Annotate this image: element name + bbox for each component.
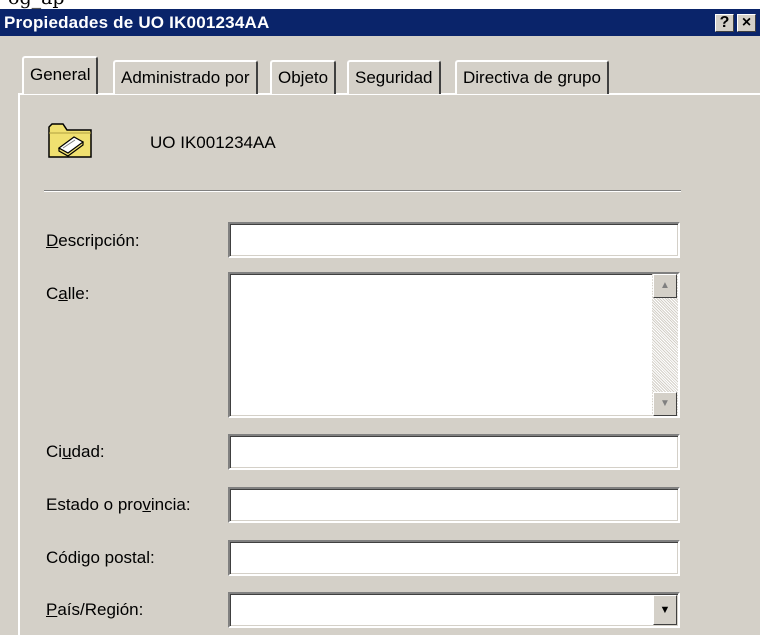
calle-label: Calle: <box>46 284 90 303</box>
ou-name: UO IK001234AA <box>150 133 276 152</box>
window-title: Propiedades de UO IK001234AA <box>4 13 270 32</box>
tab-directiva-de-grupo[interactable]: Directiva de grupo <box>455 60 609 94</box>
caption-fragment: og_ap <box>8 0 65 9</box>
pais-label: País/Región: <box>46 600 144 619</box>
estado-label: Estado o provincia: <box>46 495 191 514</box>
help-button[interactable]: ? <box>715 14 734 32</box>
estado-input[interactable] <box>228 487 680 523</box>
close-button[interactable]: × <box>737 14 756 32</box>
codigo-postal-label: Código postal: <box>46 548 155 567</box>
tab-label: Objeto <box>278 68 329 87</box>
tab-label: General <box>30 65 91 84</box>
tab-label: Administrado por <box>121 68 250 87</box>
folder-book-icon <box>48 123 92 158</box>
ciudad-input[interactable] <box>228 434 680 470</box>
calle-scrollbar[interactable]: ▲ ▼ <box>652 274 678 416</box>
tab-seguridad[interactable]: Seguridad <box>347 60 441 94</box>
tab-label: Directiva de grupo <box>463 68 601 87</box>
scroll-up-button[interactable]: ▲ <box>653 274 677 298</box>
descripcion-label: Descripción: <box>46 231 140 250</box>
descripcion-input[interactable] <box>228 222 680 258</box>
tab-objeto[interactable]: Objeto <box>270 60 337 94</box>
chevron-down-icon: ▼ <box>659 604 671 616</box>
tab-administrado-por[interactable]: Administrado por <box>113 60 258 94</box>
dialog-body: General Administrado por Objeto Segurida… <box>0 36 760 635</box>
scroll-down-button[interactable]: ▼ <box>653 392 677 416</box>
help-icon: ? <box>719 14 730 31</box>
pais-select[interactable]: ▼ <box>228 592 680 628</box>
calle-textarea[interactable]: ▲ ▼ <box>228 272 680 418</box>
ciudad-label: Ciudad: <box>46 442 105 461</box>
separator <box>44 190 681 192</box>
tab-general[interactable]: General <box>22 56 99 94</box>
scroll-down-icon: ▼ <box>660 398 670 409</box>
tab-strip: General Administrado por Objeto Segurida… <box>0 36 760 96</box>
scroll-up-icon: ▲ <box>660 280 670 291</box>
title-bar[interactable]: Propiedades de UO IK001234AA ? × <box>0 9 760 36</box>
codigo-postal-input[interactable] <box>228 540 680 576</box>
dropdown-button[interactable]: ▼ <box>653 595 677 625</box>
close-icon: × <box>741 14 752 31</box>
tab-label: Seguridad <box>355 68 433 87</box>
